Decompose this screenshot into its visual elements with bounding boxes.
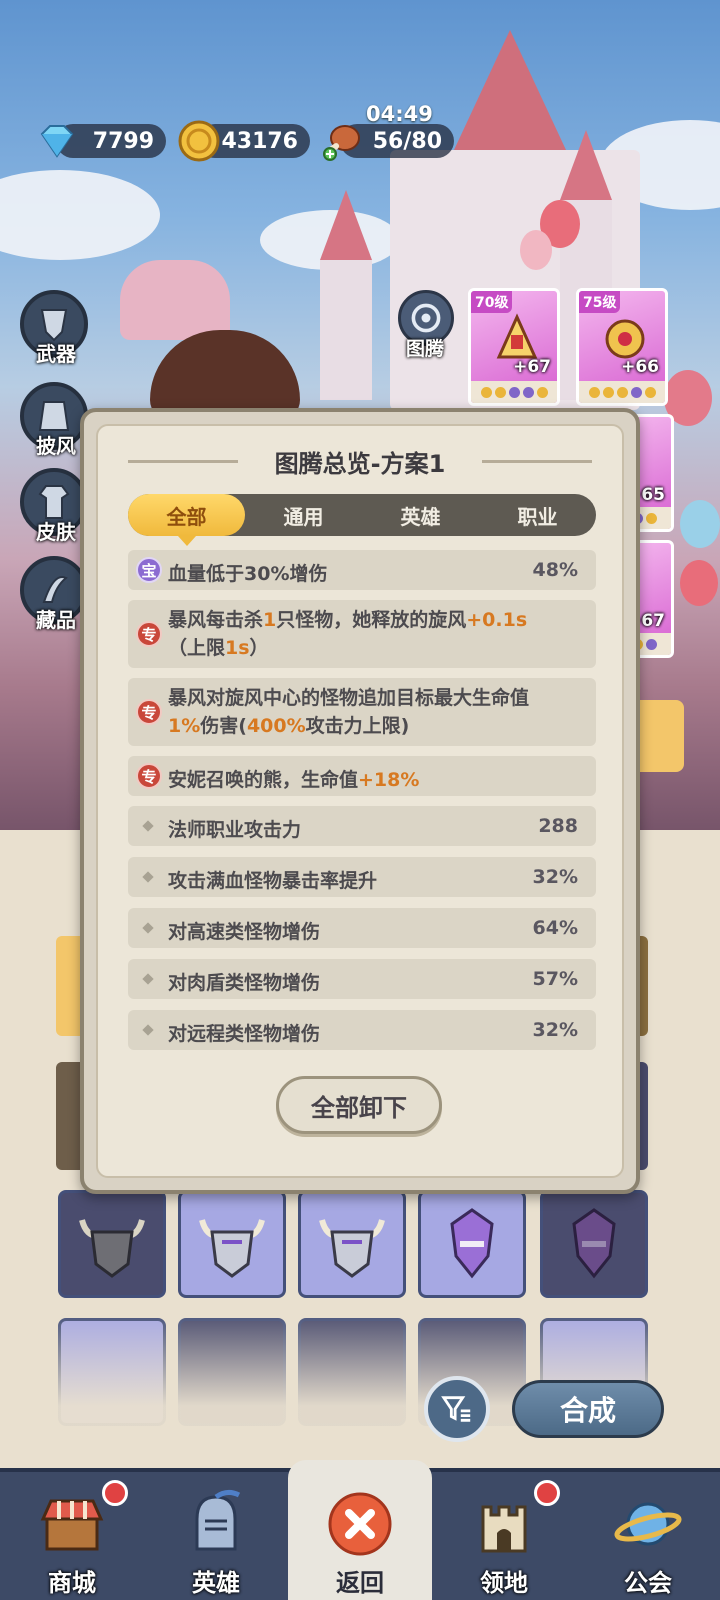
stat-text: 血量低于30%增伤	[168, 563, 328, 585]
stat-row: 法师职业攻击力 288	[128, 806, 596, 846]
bullet-icon	[142, 922, 154, 934]
stat-value: 32%	[532, 866, 578, 888]
stat-row: 专 暴风每击杀1只怪物，她释放的旋风+0.1s （上限1s）	[128, 600, 596, 668]
stat-row: 攻击满血怪物暴击率提升 32%	[128, 857, 596, 897]
stat-row: 专 暴风对旋风中心的怪物追加目标最大生命值 1%伤害(400%攻击力上限)	[128, 678, 596, 746]
exclusive-badge: 专	[136, 763, 162, 789]
tab-hero[interactable]: 英雄	[362, 494, 479, 536]
stat-value: 288	[538, 815, 578, 837]
stat-row: 专 安妮召唤的熊，生命值+18%	[128, 756, 596, 796]
stat-text: 攻击满血怪物暴击率提升	[168, 870, 378, 892]
stat-text: 安妮召唤的熊，生命值+18%	[168, 769, 420, 791]
stat-value: 32%	[532, 1019, 578, 1041]
stat-value: 57%	[532, 968, 578, 990]
stat-text: 暴风对旋风中心的怪物追加目标最大生命值 1%伤害(400%攻击力上限)	[168, 687, 530, 737]
stat-value: 48%	[532, 559, 578, 581]
bullet-icon	[142, 1024, 154, 1036]
stat-text: 对远程类怪物增伤	[168, 1023, 321, 1045]
stat-text: 对高速类怪物增伤	[168, 921, 321, 943]
bullet-icon	[142, 973, 154, 985]
totem-overview-modal: 图腾总览-方案1 全部 通用 英雄 职业 宝 血量低于30%增伤 48% 专 暴…	[80, 408, 640, 1194]
filter-tabs: 全部 通用 英雄 职业	[128, 494, 596, 546]
stat-text: 对肉盾类怪物增伤	[168, 972, 321, 994]
stat-text: 法师职业攻击力	[168, 819, 302, 841]
treasure-badge: 宝	[136, 557, 162, 583]
stat-row: 宝 血量低于30%增伤 48%	[128, 550, 596, 590]
tab-all[interactable]: 全部	[128, 494, 245, 546]
stat-row: 对远程类怪物增伤 32%	[128, 1010, 596, 1050]
bullet-icon	[142, 871, 154, 883]
unequip-all-button[interactable]: 全部卸下	[276, 1076, 442, 1134]
exclusive-badge: 专	[136, 621, 162, 647]
tab-class[interactable]: 职业	[479, 494, 596, 536]
stat-row: 对肉盾类怪物增伤 57%	[128, 959, 596, 999]
stat-row: 对高速类怪物增伤 64%	[128, 908, 596, 948]
stat-text: 暴风每击杀1只怪物，她释放的旋风+0.1s （上限1s）	[168, 609, 528, 659]
stat-value: 64%	[532, 917, 578, 939]
modal-content: 图腾总览-方案1 全部 通用 英雄 职业 宝 血量低于30%增伤 48% 专 暴…	[96, 424, 624, 1178]
modal-title: 图腾总览-方案1	[274, 450, 446, 478]
tab-general[interactable]: 通用	[245, 494, 362, 536]
bullet-icon	[142, 820, 154, 832]
exclusive-badge: 专	[136, 699, 162, 725]
